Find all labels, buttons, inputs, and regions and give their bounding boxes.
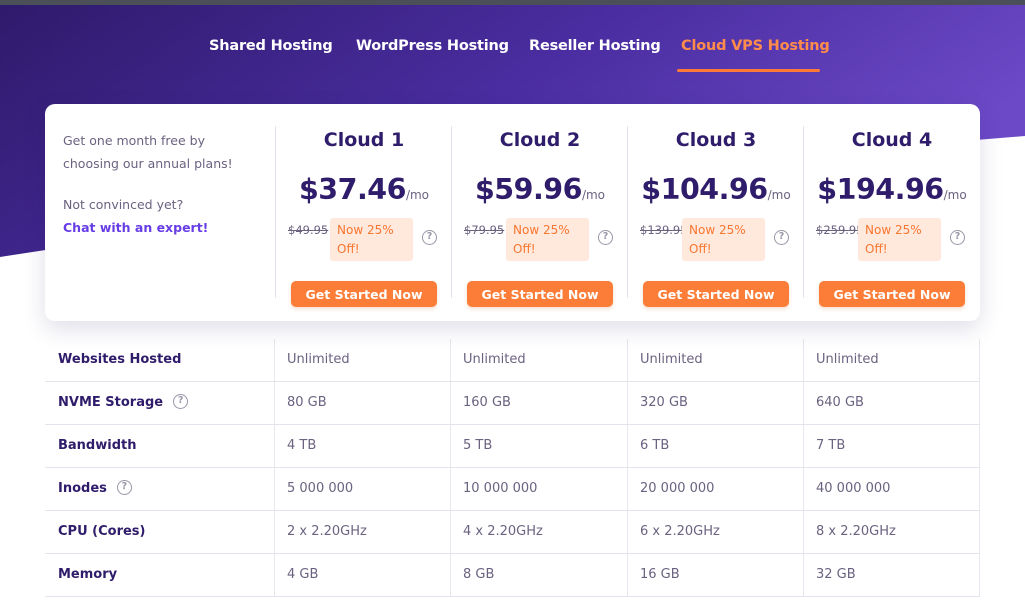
annual-offer-text: Get one month free by choosing our annua… (63, 133, 233, 171)
old-price: $79.95 (464, 223, 505, 237)
feature-value: 640 GB (816, 395, 864, 410)
feature-value: 160 GB (463, 395, 511, 410)
features-table: Websites Hosted Unlimited Unlimited Unli… (45, 339, 980, 597)
price-period: /mo (767, 188, 791, 202)
feature-label: NVME Storage? (58, 382, 189, 425)
feature-label: Websites Hosted (58, 339, 181, 382)
feature-value: 32 GB (816, 567, 856, 582)
feature-value: 40 000 000 (816, 481, 891, 496)
chat-expert-link[interactable]: Chat with an expert! (63, 216, 253, 239)
browser-top-bar (0, 0, 1025, 5)
promo-block: Get one month free by choosing our annua… (63, 129, 253, 239)
tab-reseller-hosting[interactable]: Reseller Hosting (529, 38, 661, 68)
table-row: CPU (Cores) 2 x 2.20GHz 4 x 2.20GHz 6 x … (45, 511, 980, 554)
discount-badge: Now 25% Off! (506, 218, 589, 261)
question-circle-icon[interactable]: ? (774, 230, 789, 245)
feature-label: Memory (58, 554, 117, 597)
price-period: /mo (405, 188, 430, 202)
get-started-button[interactable]: Get Started Now (819, 281, 965, 307)
not-convinced-text: Not convinced yet? (63, 197, 184, 212)
question-circle-icon[interactable]: ? (598, 230, 613, 245)
table-row: Memory 4 GB 8 GB 16 GB 32 GB (45, 554, 980, 597)
old-price: $49.95 (288, 223, 329, 237)
table-row: NVME Storage? 80 GB 160 GB 320 GB 640 GB (45, 382, 980, 425)
feature-label-text: Websites Hosted (58, 352, 182, 367)
plan-name: Cloud 1 (323, 129, 405, 151)
feature-value: 5 000 000 (287, 481, 354, 496)
feature-value: 6 TB (640, 438, 670, 453)
price-amount: $59.96 (474, 173, 582, 206)
tab-wordpress-hosting[interactable]: WordPress Hosting (356, 38, 509, 68)
get-started-button[interactable]: Get Started Now (643, 281, 789, 307)
feature-value: 4 GB (287, 567, 319, 582)
feature-value: 80 GB (287, 395, 327, 410)
feature-label-text: Memory (58, 567, 118, 582)
feature-label-text: Inodes (58, 481, 107, 496)
plan-price: $104.96/mo (628, 173, 804, 206)
get-started-button[interactable]: Get Started Now (291, 281, 437, 307)
feature-label: Bandwidth (58, 425, 136, 468)
feature-value: 2 x 2.20GHz (287, 524, 367, 539)
discount-badge: Now 25% Off! (330, 218, 413, 261)
price-amount: $194.96 (817, 173, 944, 206)
tab-cloud-vps-hosting[interactable]: Cloud VPS Hosting (681, 38, 830, 68)
plan-name: Cloud 3 (675, 129, 757, 151)
plan-cloud-1: Cloud 1 $37.46/mo $49.95 Now 25% Off! ? … (275, 126, 452, 307)
plan-name: Cloud 2 (499, 129, 581, 151)
plan-cloud-2: Cloud 2 $59.96/mo $79.95 Now 25% Off! ? … (451, 126, 628, 307)
feature-value: Unlimited (287, 352, 350, 367)
price-period: /mo (943, 188, 967, 202)
plan-cloud-3: Cloud 3 $104.96/mo $139.95 Now 25% Off! … (627, 126, 804, 307)
feature-value: 6 x 2.20GHz (640, 524, 720, 539)
price-amount: $37.46 (298, 173, 406, 206)
pricing-card: Get one month free by choosing our annua… (45, 104, 980, 321)
hosting-type-tabs: Shared Hosting WordPress Hosting Reselle… (0, 38, 1025, 78)
table-row: Websites Hosted Unlimited Unlimited Unli… (45, 339, 980, 382)
feature-value: 4 x 2.20GHz (463, 524, 543, 539)
old-price: $259.95 (816, 223, 864, 237)
tab-shared-hosting[interactable]: Shared Hosting (209, 38, 333, 68)
feature-value: 10 000 000 (463, 481, 538, 496)
feature-label: CPU (Cores) (58, 511, 145, 554)
feature-label-text: CPU (Cores) (58, 524, 146, 539)
feature-value: 320 GB (640, 395, 688, 410)
discount-badge: Now 25% Off! (858, 218, 941, 261)
plan-cloud-4: Cloud 4 $194.96/mo $259.95 Now 25% Off! … (803, 126, 980, 307)
feature-value: Unlimited (463, 352, 526, 367)
plan-name: Cloud 4 (851, 129, 933, 151)
question-circle-icon[interactable]: ? (116, 480, 132, 495)
table-row: Inodes? 5 000 000 10 000 000 20 000 000 … (45, 468, 980, 511)
table-row: Bandwidth 4 TB 5 TB 6 TB 7 TB (45, 425, 980, 468)
question-circle-icon[interactable]: ? (173, 394, 189, 409)
feature-value: 4 TB (287, 438, 317, 453)
plan-price: $194.96/mo (804, 173, 980, 206)
feature-value: Unlimited (640, 352, 703, 367)
plan-price: $59.96/mo (452, 173, 628, 206)
feature-label: Inodes? (58, 468, 132, 511)
discount-badge: Now 25% Off! (682, 218, 765, 261)
feature-value: 20 000 000 (640, 481, 715, 496)
feature-value: 5 TB (463, 438, 493, 453)
feature-value: 8 GB (463, 567, 495, 582)
question-circle-icon[interactable]: ? (950, 230, 965, 245)
get-started-button[interactable]: Get Started Now (467, 281, 613, 307)
plan-price: $37.46/mo (276, 173, 452, 206)
feature-value: 7 TB (816, 438, 846, 453)
price-amount: $104.96 (641, 173, 768, 206)
old-price: $139.95 (640, 223, 688, 237)
feature-value: 8 x 2.20GHz (816, 524, 896, 539)
feature-label-text: Bandwidth (58, 438, 137, 453)
price-period: /mo (581, 188, 606, 202)
question-circle-icon[interactable]: ? (422, 230, 437, 245)
feature-value: Unlimited (816, 352, 879, 367)
feature-value: 16 GB (640, 567, 680, 582)
active-tab-indicator (677, 69, 820, 72)
feature-label-text: NVME Storage (58, 395, 164, 410)
